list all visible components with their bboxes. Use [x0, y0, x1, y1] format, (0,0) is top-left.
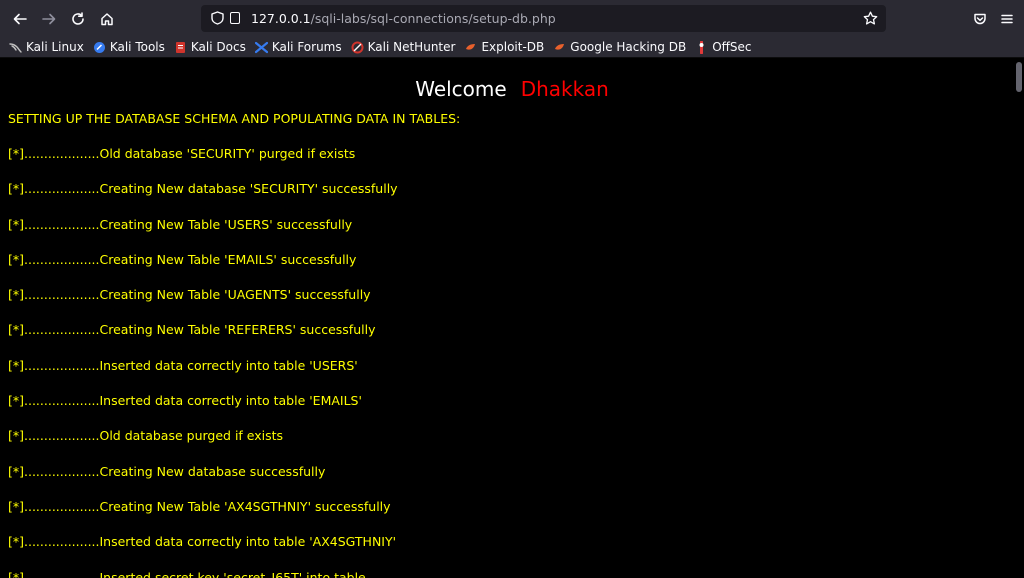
page-info-icon[interactable]: [230, 12, 240, 24]
forward-arrow-icon[interactable]: [36, 6, 62, 32]
bookmark-kali-forums[interactable]: Kali Forums: [254, 37, 342, 57]
exploit-db-icon: [464, 41, 477, 54]
log-line: [*]...................Old database purge…: [8, 428, 284, 444]
page-scrollbar[interactable]: [1014, 58, 1024, 578]
bookmark-exploit-db[interactable]: Exploit-DB: [464, 37, 544, 57]
log-line: [*]...................Creating New Table…: [8, 322, 376, 338]
url-text[interactable]: 127.0.0.1/sqli-labs/sql-connections/setu…: [251, 5, 556, 32]
log-line: [*]...................Creating New Table…: [8, 498, 391, 514]
log-line: [*]...................Old database 'SECU…: [8, 146, 356, 161]
browser-toolbar: 127.0.0.1/sqli-labs/sql-connections/setu…: [0, 0, 1024, 37]
log-line: [*]...................Inserted secret ke…: [8, 569, 366, 578]
tracking-protection-shield-icon[interactable]: [209, 10, 225, 26]
bookmark-label: Kali NetHunter: [367, 40, 456, 54]
log-line: [*]...................Inserted data corr…: [8, 393, 362, 409]
home-icon[interactable]: [94, 6, 120, 32]
kali-docs-icon: [174, 41, 187, 54]
page-content: Welcome Dhakkan SETTING UP THE DATABASE S…: [0, 58, 1014, 578]
scrollbar-thumb[interactable]: [1016, 62, 1022, 92]
kali-tools-icon: [93, 41, 106, 54]
bookmark-kali-tools[interactable]: Kali Tools: [93, 37, 165, 57]
kali-forums-icon: [254, 41, 268, 54]
setup-heading: SETTING UP THE DATABASE SCHEMA AND POPUL…: [8, 111, 461, 126]
log-line: [*]...................Inserted data corr…: [8, 357, 358, 373]
log-line: [*]...................Creating New Table…: [8, 287, 371, 303]
welcome-name: Dhakkan: [520, 77, 609, 101]
ghdb-icon: [553, 41, 566, 54]
log-line: [*]...................Creating New datab…: [8, 463, 326, 479]
welcome-text: Welcome: [415, 77, 507, 101]
url-host: 127.0.0.1: [251, 11, 311, 26]
bookmark-label: OffSec: [712, 40, 752, 54]
bookmark-label: Kali Linux: [26, 40, 84, 54]
log-line: [*]...................Creating New Table…: [8, 251, 357, 267]
reload-icon[interactable]: [65, 6, 91, 32]
bookmark-kali-linux[interactable]: Kali Linux: [9, 37, 84, 57]
address-bar[interactable]: 127.0.0.1/sqli-labs/sql-connections/setu…: [201, 5, 886, 32]
log-line: [*]...................Inserted data corr…: [8, 534, 397, 550]
bookmarks-bar: Kali Linux Kali Tools Kali Docs Kali For…: [0, 37, 1024, 58]
back-arrow-icon[interactable]: [7, 6, 33, 32]
bookmark-label: Exploit-DB: [481, 40, 545, 54]
bookmark-label: Google Hacking DB: [570, 40, 687, 54]
log-line: [*]...................Creating New datab…: [8, 181, 398, 197]
nethunter-icon: [351, 41, 364, 54]
bookmark-label: Kali Forums: [271, 40, 342, 54]
offsec-icon: [695, 40, 708, 54]
log-line: [*]...................Creating New Table…: [8, 216, 353, 232]
bookmark-kali-nethunter[interactable]: Kali NetHunter: [351, 37, 456, 57]
bookmark-offsec[interactable]: OffSec: [695, 37, 752, 57]
welcome-banner: Welcome Dhakkan: [0, 77, 1014, 101]
menu-hamburger-icon[interactable]: [994, 6, 1020, 32]
bookmark-google-hacking-db[interactable]: Google Hacking DB: [553, 37, 686, 57]
bookmark-label: Kali Tools: [109, 40, 165, 54]
bookmark-label: Kali Docs: [190, 40, 246, 54]
pocket-icon[interactable]: [967, 6, 993, 32]
bookmark-star-icon[interactable]: [860, 8, 880, 28]
setup-log: [*]...................Old database 'SECU…: [8, 146, 398, 578]
url-path: /sqli-labs/sql-connections/setup-db.php: [310, 11, 556, 26]
bookmark-kali-docs[interactable]: Kali Docs: [174, 37, 246, 57]
kali-dragon-icon: [9, 41, 22, 54]
